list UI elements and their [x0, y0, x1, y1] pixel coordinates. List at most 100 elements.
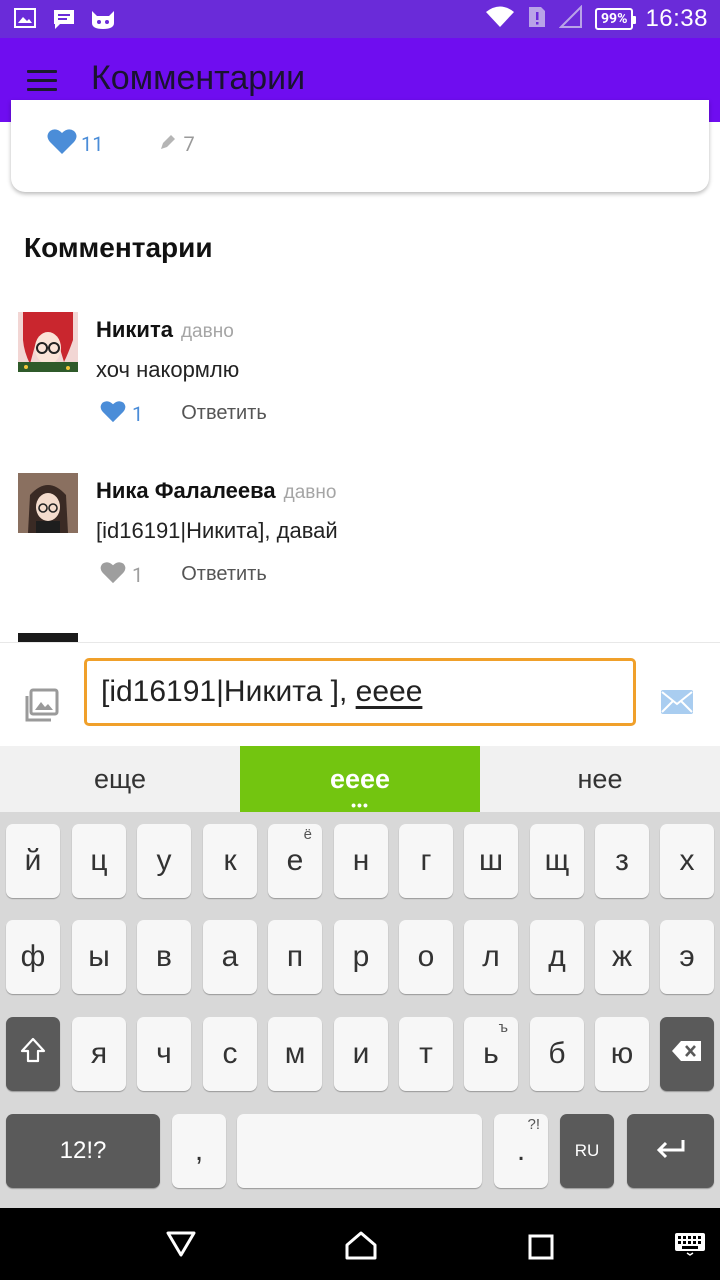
avatar[interactable] — [18, 312, 78, 372]
symbols-key[interactable]: 12!? — [6, 1114, 160, 1188]
key[interactable]: е ё — [268, 824, 322, 898]
attach-image-icon[interactable] — [25, 688, 59, 726]
comment-text: хоч накормлю — [96, 357, 240, 382]
key[interactable]: ц — [72, 824, 126, 898]
comment-like-count: 1 — [132, 562, 144, 587]
key-alt-label: ъ — [498, 1019, 508, 1036]
wifi-icon — [485, 5, 515, 33]
comment-time: давно — [283, 482, 337, 503]
comment-author[interactable]: Никита — [96, 317, 173, 342]
comment-time: давно — [180, 321, 234, 342]
key[interactable]: з — [595, 824, 649, 898]
like-heart-icon[interactable] — [100, 400, 126, 427]
message-icon — [52, 8, 76, 30]
enter-arrow-icon — [655, 1134, 687, 1168]
key[interactable]: б — [530, 1017, 584, 1091]
key-label: е — [286, 844, 304, 877]
key[interactable]: щ — [530, 824, 584, 898]
suggestion-item[interactable]: еще — [0, 746, 240, 812]
post-comment-count: 7 — [183, 131, 195, 156]
composing-text: eeee — [355, 675, 423, 708]
soft-keyboard: й ц у к е ё н г ш щ з х ф ы в а п р о л … — [0, 812, 720, 1208]
back-triangle-icon[interactable] — [166, 1230, 196, 1262]
key[interactable]: л — [464, 920, 518, 994]
key[interactable]: о — [399, 920, 453, 994]
key[interactable]: с — [203, 1017, 257, 1091]
comments-section-title: Комментарии — [24, 232, 213, 263]
key[interactable]: ы — [72, 920, 126, 994]
comment-like-count: 1 — [132, 401, 144, 426]
key[interactable]: ч — [137, 1017, 191, 1091]
key[interactable]: г — [399, 824, 453, 898]
like-heart-outline-icon[interactable] — [100, 561, 126, 588]
page-title: Комментарии — [91, 59, 306, 97]
key[interactable]: ь ъ — [464, 1017, 518, 1091]
backspace-key[interactable] — [660, 1017, 714, 1091]
keyboard-suggestions: еще eeee ••• нее — [0, 746, 720, 812]
key[interactable]: в — [137, 920, 191, 994]
key[interactable]: ш — [464, 824, 518, 898]
signal-icon — [558, 4, 583, 33]
comment-pencil-icon[interactable] — [159, 133, 177, 155]
status-bar: 99% 16:38 — [0, 0, 720, 38]
key-label: . — [516, 1134, 526, 1167]
keyboard-switch-icon[interactable] — [674, 1232, 706, 1260]
key[interactable]: х — [660, 824, 714, 898]
shift-arrow-icon — [20, 1037, 46, 1071]
key[interactable]: м — [268, 1017, 322, 1091]
key[interactable]: э — [660, 920, 714, 994]
backspace-icon — [671, 1037, 703, 1071]
comment-text: [id16191|Никита], давай — [96, 518, 338, 543]
like-heart-icon[interactable] — [47, 128, 77, 159]
home-icon[interactable] — [344, 1230, 378, 1264]
key[interactable]: и — [334, 1017, 388, 1091]
key[interactable]: я — [72, 1017, 126, 1091]
key[interactable]: у — [137, 824, 191, 898]
key[interactable]: н — [334, 824, 388, 898]
comment-text-field[interactable]: [id16191|Никита ], eeee — [84, 658, 636, 726]
avatar[interactable] — [18, 473, 78, 533]
comment-author[interactable]: Ника Фалалеева — [96, 478, 276, 503]
key[interactable]: ж — [595, 920, 649, 994]
comment-actions: 1 Ответить — [100, 400, 267, 427]
key-label: ь — [483, 1037, 499, 1070]
key[interactable]: а — [203, 920, 257, 994]
key[interactable]: ю — [595, 1017, 649, 1091]
key[interactable]: р — [334, 920, 388, 994]
post-card: 11 7 — [11, 100, 709, 192]
system-nav-bar — [0, 1208, 720, 1280]
suggestion-item[interactable]: нее — [480, 746, 720, 812]
key[interactable]: п — [268, 920, 322, 994]
hamburger-menu-icon[interactable] — [27, 70, 57, 92]
language-key[interactable]: RU — [560, 1114, 614, 1188]
sim-alert-icon — [527, 5, 547, 33]
key[interactable]: д — [530, 920, 584, 994]
clock: 16:38 — [645, 5, 708, 32]
comment-item: Ника Фалалеева давно [id16191|Никита], да… — [18, 473, 708, 603]
cat-app-icon — [90, 8, 114, 30]
key[interactable]: к — [203, 824, 257, 898]
more-dots-icon: ••• — [351, 797, 369, 813]
send-envelope-icon[interactable] — [660, 689, 694, 719]
recent-apps-icon[interactable] — [528, 1234, 554, 1264]
reply-button[interactable]: Ответить — [181, 563, 267, 586]
key[interactable]: й — [6, 824, 60, 898]
suggestion-item-active[interactable]: eeee ••• — [240, 746, 480, 812]
space-key[interactable] — [237, 1114, 482, 1188]
battery-icon: 99% — [595, 8, 637, 30]
comment-input-bar: [id16191|Никита ], eeee — [0, 642, 720, 746]
period-key[interactable]: . ?! — [494, 1114, 548, 1188]
suggestion-label: eeee — [329, 763, 391, 794]
comment-item: Никита давно хоч накормлю 1 Ответить — [18, 312, 708, 442]
gallery-icon — [14, 8, 38, 30]
key[interactable]: т — [399, 1017, 453, 1091]
enter-key[interactable] — [627, 1114, 714, 1188]
post-like-count: 11 — [81, 131, 104, 156]
reply-button[interactable]: Ответить — [181, 402, 267, 425]
comment-actions: 1 Ответить — [100, 561, 267, 588]
key-alt-label: ?! — [527, 1116, 540, 1133]
shift-key[interactable] — [6, 1017, 60, 1091]
comma-key[interactable]: , — [172, 1114, 226, 1188]
key-alt-label: ё — [303, 826, 312, 843]
key[interactable]: ф — [6, 920, 60, 994]
